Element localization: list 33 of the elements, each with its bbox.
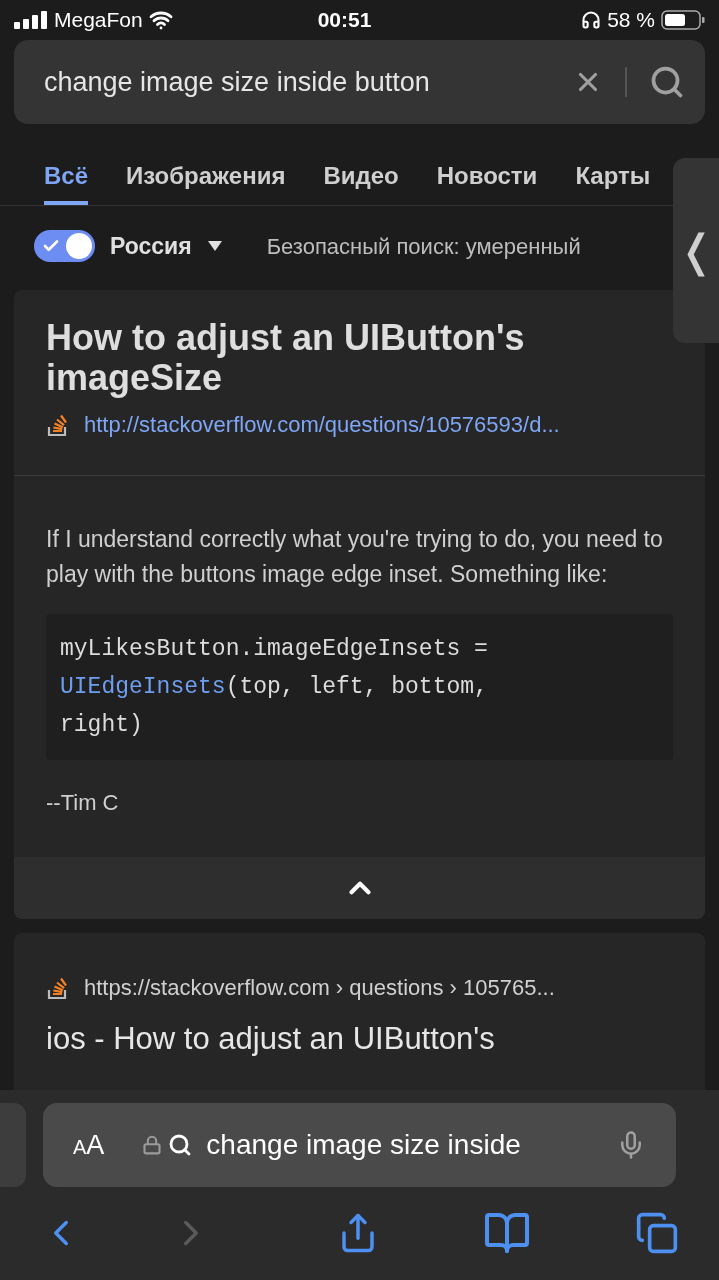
search-icon[interactable] — [649, 64, 685, 100]
toggle-knob — [66, 233, 92, 259]
code-block: myLikesButton.imageEdgeInsets = UIEdgeInsets(top, left, bottom, right) — [46, 614, 673, 760]
battery-icon — [661, 10, 705, 30]
tab[interactable]: Изображения — [126, 145, 286, 205]
dropdown-caret-icon — [207, 241, 222, 251]
search-query: change image size inside button — [44, 65, 431, 99]
lock-icon — [142, 1135, 163, 1155]
safe-search-setting[interactable]: Безопасный поиск: умеренный — [266, 229, 581, 263]
tab[interactable]: Видео — [323, 145, 399, 205]
result-url: https://stackoverflow.com › questions › 105765... — [84, 974, 555, 1002]
search-icon — [168, 1133, 193, 1157]
text-size-button[interactable]: AA — [73, 1124, 105, 1166]
tab[interactable]: Карты — [575, 145, 651, 205]
carrier-name: MegaFon — [54, 7, 143, 34]
search-field[interactable]: change image size inside button — [14, 40, 705, 124]
tab[interactable]: Всё — [44, 145, 89, 205]
tabs-button[interactable] — [635, 1211, 679, 1255]
battery-percent: 58 % — [607, 7, 655, 34]
region-toggle[interactable] — [34, 230, 95, 262]
tab[interactable]: Новости — [436, 145, 538, 205]
region-dropdown[interactable]: Россия — [110, 228, 222, 264]
source-link[interactable]: http://stackoverflow.com/questions/10576593/d... — [84, 408, 560, 441]
address-bar[interactable]: AA change image size inside — [43, 1103, 676, 1187]
side-handle[interactable]: ❬ — [673, 158, 719, 343]
clock: 00:51 — [316, 7, 373, 34]
answer-title: How to adjust an UIButton's imageSize — [46, 318, 526, 398]
answer-signature: --Tim C — [46, 789, 120, 817]
address-text: change image size inside — [206, 1128, 522, 1162]
answer-snippet: If I understand correctly what you're trying to do, you need to play with the buttons image edge inset. Something like: — [46, 525, 664, 589]
headphones-icon — [581, 10, 602, 30]
result-title[interactable]: ios - How to adjust an UIButton's — [46, 1016, 673, 1063]
signal-icon — [14, 11, 48, 29]
